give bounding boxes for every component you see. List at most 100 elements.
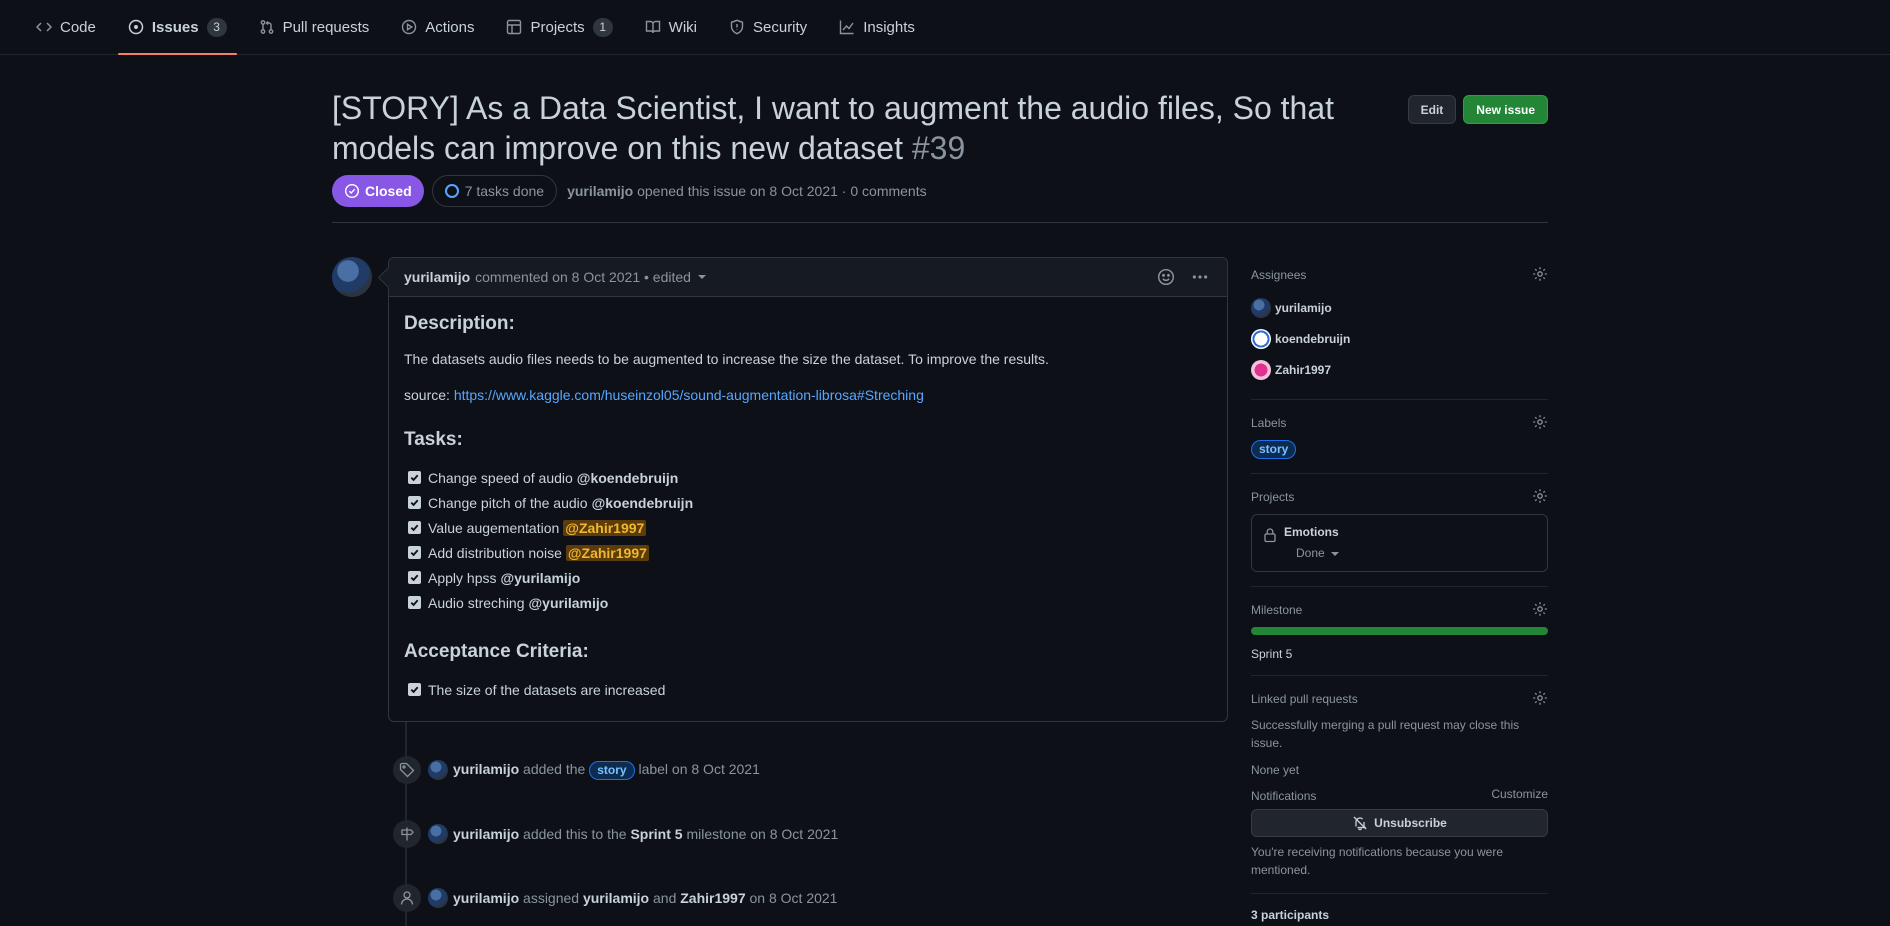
user-mention[interactable]: @yurilamijo [500, 570, 580, 586]
tab-pull-requests[interactable]: Pull requests [249, 0, 380, 54]
avatar[interactable] [428, 760, 448, 780]
tab-security[interactable]: Security [719, 0, 817, 54]
gear-icon[interactable] [1532, 414, 1548, 430]
issue-author-link[interactable]: yurilamijo [567, 183, 633, 199]
linked-prs-none: None yet [1251, 763, 1300, 777]
assignee-item[interactable]: yurilamijo [1251, 292, 1548, 323]
task-item: Value augementation @Zahir1997 [408, 515, 1212, 540]
project-status-dropdown[interactable]: Done [1296, 546, 1535, 560]
event-text: on 8 Oct 2021 [749, 890, 838, 906]
label-story[interactable]: story [1251, 440, 1297, 459]
event-text: and [653, 890, 677, 906]
task-item: Add distribution noise @Zahir1997 [408, 540, 1212, 565]
source-link[interactable]: https://www.kaggle.com/huseinzol05/sound… [454, 387, 924, 403]
project-card[interactable]: Emotions Done [1251, 514, 1548, 572]
milestone-link[interactable]: Sprint 5 [630, 826, 682, 842]
customize-link[interactable]: Customize [1491, 787, 1548, 801]
milestone-link[interactable]: Sprint 5 [1251, 647, 1548, 661]
unsubscribe-label: Unsubscribe [1374, 816, 1447, 830]
person-icon [393, 884, 421, 912]
tab-projects[interactable]: Projects 1 [496, 0, 622, 54]
tab-actions-label: Actions [425, 18, 475, 36]
assignee-item[interactable]: koendebruijn [1251, 323, 1548, 354]
comment-header: yurilamijo commented on 8 Oct 2021 • edi… [389, 258, 1227, 297]
timeline-text: yurilamijo assigned yurilamijo and Zahir… [453, 890, 837, 906]
milestone-progress-fill [1251, 627, 1548, 635]
check-icon [410, 499, 419, 507]
tasks-heading: Tasks: [404, 429, 463, 450]
task-item: Change pitch of the audio @koendebruijn [408, 490, 1212, 515]
issue-title-text: [STORY] As a Data Scientist, I want to a… [332, 90, 1335, 166]
check-icon [410, 686, 419, 694]
shield-icon [729, 19, 745, 35]
milestone-icon [393, 820, 421, 848]
task-checkbox[interactable] [408, 596, 421, 609]
avatar[interactable] [428, 888, 448, 908]
projects-count: 1 [592, 17, 613, 37]
tab-insights-label: Insights [863, 18, 915, 36]
edited-caret-icon[interactable] [697, 275, 706, 279]
timeline-text: yurilamijo added the story label on 8 Oc… [453, 760, 760, 780]
gear-icon[interactable] [1532, 690, 1548, 706]
projects-section: Projects Emotions Done [1251, 488, 1548, 587]
task-checkbox[interactable] [408, 571, 421, 584]
comment-author-avatar[interactable] [332, 257, 372, 297]
description-text: The datasets audio files needs to be aug… [404, 351, 1049, 367]
actor-link[interactable]: yurilamijo [453, 890, 519, 906]
assignee-name: Zahir1997 [1275, 362, 1332, 377]
task-checkbox[interactable] [408, 546, 421, 559]
timeline-assign-event: yurilamijo assigned yurilamijo and Zahir… [393, 884, 837, 912]
repo-nav: Code Issues 3 Pull requests Actions Proj… [0, 0, 1890, 55]
git-pull-request-icon [259, 19, 275, 35]
issue-title: [STORY] As a Data Scientist, I want to a… [332, 88, 1372, 168]
actor-link[interactable]: yurilamijo [453, 826, 519, 842]
issue-header: [STORY] As a Data Scientist, I want to a… [332, 88, 1548, 168]
user-mention-highlighted[interactable]: @Zahir1997 [565, 544, 649, 561]
task-text: Apply hpss [428, 569, 497, 586]
actor-link[interactable]: yurilamijo [453, 761, 519, 777]
tab-insights[interactable]: Insights [829, 0, 925, 54]
task-checkbox[interactable] [408, 496, 421, 509]
milestone-title: Milestone [1251, 603, 1303, 617]
event-text: assigned [523, 890, 580, 906]
linked-prs-title: Linked pull requests [1251, 692, 1358, 706]
avatar [1251, 328, 1271, 349]
edit-button[interactable]: Edit [1407, 95, 1457, 124]
notifications-section: Notifications Customize Unsubscribe You'… [1251, 787, 1548, 894]
assignee-item[interactable]: Zahir1997 [1251, 354, 1548, 385]
kebab-horizontal-icon[interactable] [1191, 268, 1209, 286]
tab-issues[interactable]: Issues 3 [117, 0, 237, 55]
user-mention-highlighted[interactable]: @Zahir1997 [563, 519, 647, 536]
code-icon [36, 19, 52, 35]
labels-title: Labels [1251, 416, 1287, 430]
task-checkbox[interactable] [408, 471, 421, 484]
assignee-link[interactable]: yurilamijo [583, 890, 649, 906]
avatar[interactable] [428, 824, 448, 844]
label-story[interactable]: story [589, 760, 635, 780]
user-mention[interactable]: @yurilamijo [529, 595, 609, 611]
new-issue-button[interactable]: New issue [1463, 95, 1548, 124]
issue-sidebar: Assignees yurilamijo koendebruijn Zahir1… [1251, 266, 1548, 922]
tab-wiki[interactable]: Wiki [635, 0, 707, 54]
lock-icon [1264, 528, 1276, 543]
gear-icon[interactable] [1532, 601, 1548, 617]
unsubscribe-button[interactable]: Unsubscribe [1251, 809, 1548, 837]
tab-code[interactable]: Code [26, 0, 106, 54]
labels-section: Labels story [1251, 414, 1548, 474]
smiley-icon[interactable] [1157, 268, 1175, 286]
comment-meta[interactable]: commented on 8 Oct 2021 • edited [475, 269, 691, 285]
task-checkbox[interactable] [408, 683, 421, 696]
user-mention[interactable]: @koendebruijn [577, 470, 679, 486]
timeline-milestone-event: yurilamijo added this to the Sprint 5 mi… [393, 820, 838, 848]
gear-icon[interactable] [1532, 488, 1548, 504]
graph-icon [839, 19, 855, 35]
tab-actions[interactable]: Actions [391, 0, 484, 54]
comment-author-link[interactable]: yurilamijo [404, 269, 470, 285]
acceptance-item: The size of the datasets are increased [408, 677, 1212, 702]
tab-security-label: Security [753, 18, 808, 36]
user-mention[interactable]: @koendebruijn [592, 495, 694, 511]
gear-icon[interactable] [1532, 266, 1548, 282]
source-line: source: https://www.kaggle.com/huseinzol… [404, 385, 1212, 405]
task-checkbox[interactable] [408, 521, 421, 534]
assignee-link[interactable]: Zahir1997 [680, 890, 745, 906]
